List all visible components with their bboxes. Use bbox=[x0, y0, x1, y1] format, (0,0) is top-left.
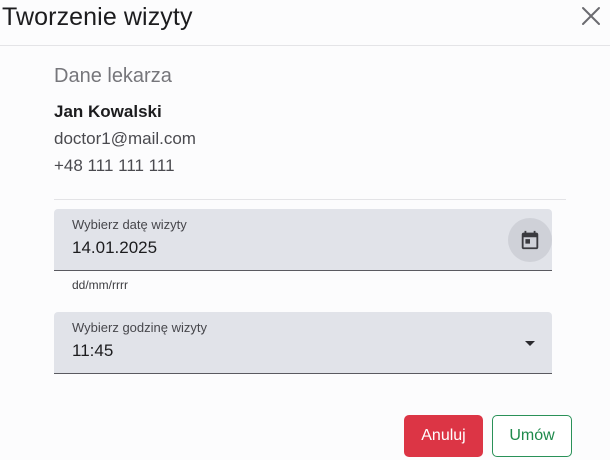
doctor-name: Jan Kowalski bbox=[54, 102, 162, 121]
dropdown-arrow-icon bbox=[525, 341, 535, 346]
section-divider bbox=[54, 199, 566, 200]
visit-date-value: 14.01.2025 bbox=[72, 238, 158, 257]
date-format-hint: dd/mm/rrrr bbox=[72, 278, 128, 292]
close-button[interactable] bbox=[578, 3, 604, 29]
calendar-icon bbox=[521, 230, 539, 250]
visit-time-select[interactable]: Wybierz godzinę wizyty 11:45 bbox=[54, 312, 552, 374]
doctor-email: doctor1@mail.com bbox=[54, 129, 196, 148]
create-visit-dialog: Tworzenie wizyty Dane lekarza Jan Kowals… bbox=[0, 0, 610, 460]
visit-date-field[interactable]: Wybierz datę wizyty 14.01.2025 bbox=[54, 209, 552, 271]
dialog-title: Tworzenie wizyty bbox=[2, 3, 193, 31]
open-calendar-button[interactable] bbox=[508, 218, 552, 262]
doctor-phone: +48 111 111 111 bbox=[54, 156, 175, 175]
visit-time-value: 11:45 bbox=[72, 341, 114, 360]
doctor-section-title: Dane lekarza bbox=[54, 65, 172, 87]
visit-time-label: Wybierz godzinę wizyty bbox=[72, 320, 207, 335]
cancel-button[interactable]: Anuluj bbox=[404, 415, 483, 457]
visit-date-label: Wybierz datę wizyty bbox=[72, 217, 187, 232]
close-icon bbox=[582, 7, 600, 25]
dialog-header: Tworzenie wizyty bbox=[0, 0, 610, 46]
book-visit-button[interactable]: Umów bbox=[492, 415, 572, 457]
